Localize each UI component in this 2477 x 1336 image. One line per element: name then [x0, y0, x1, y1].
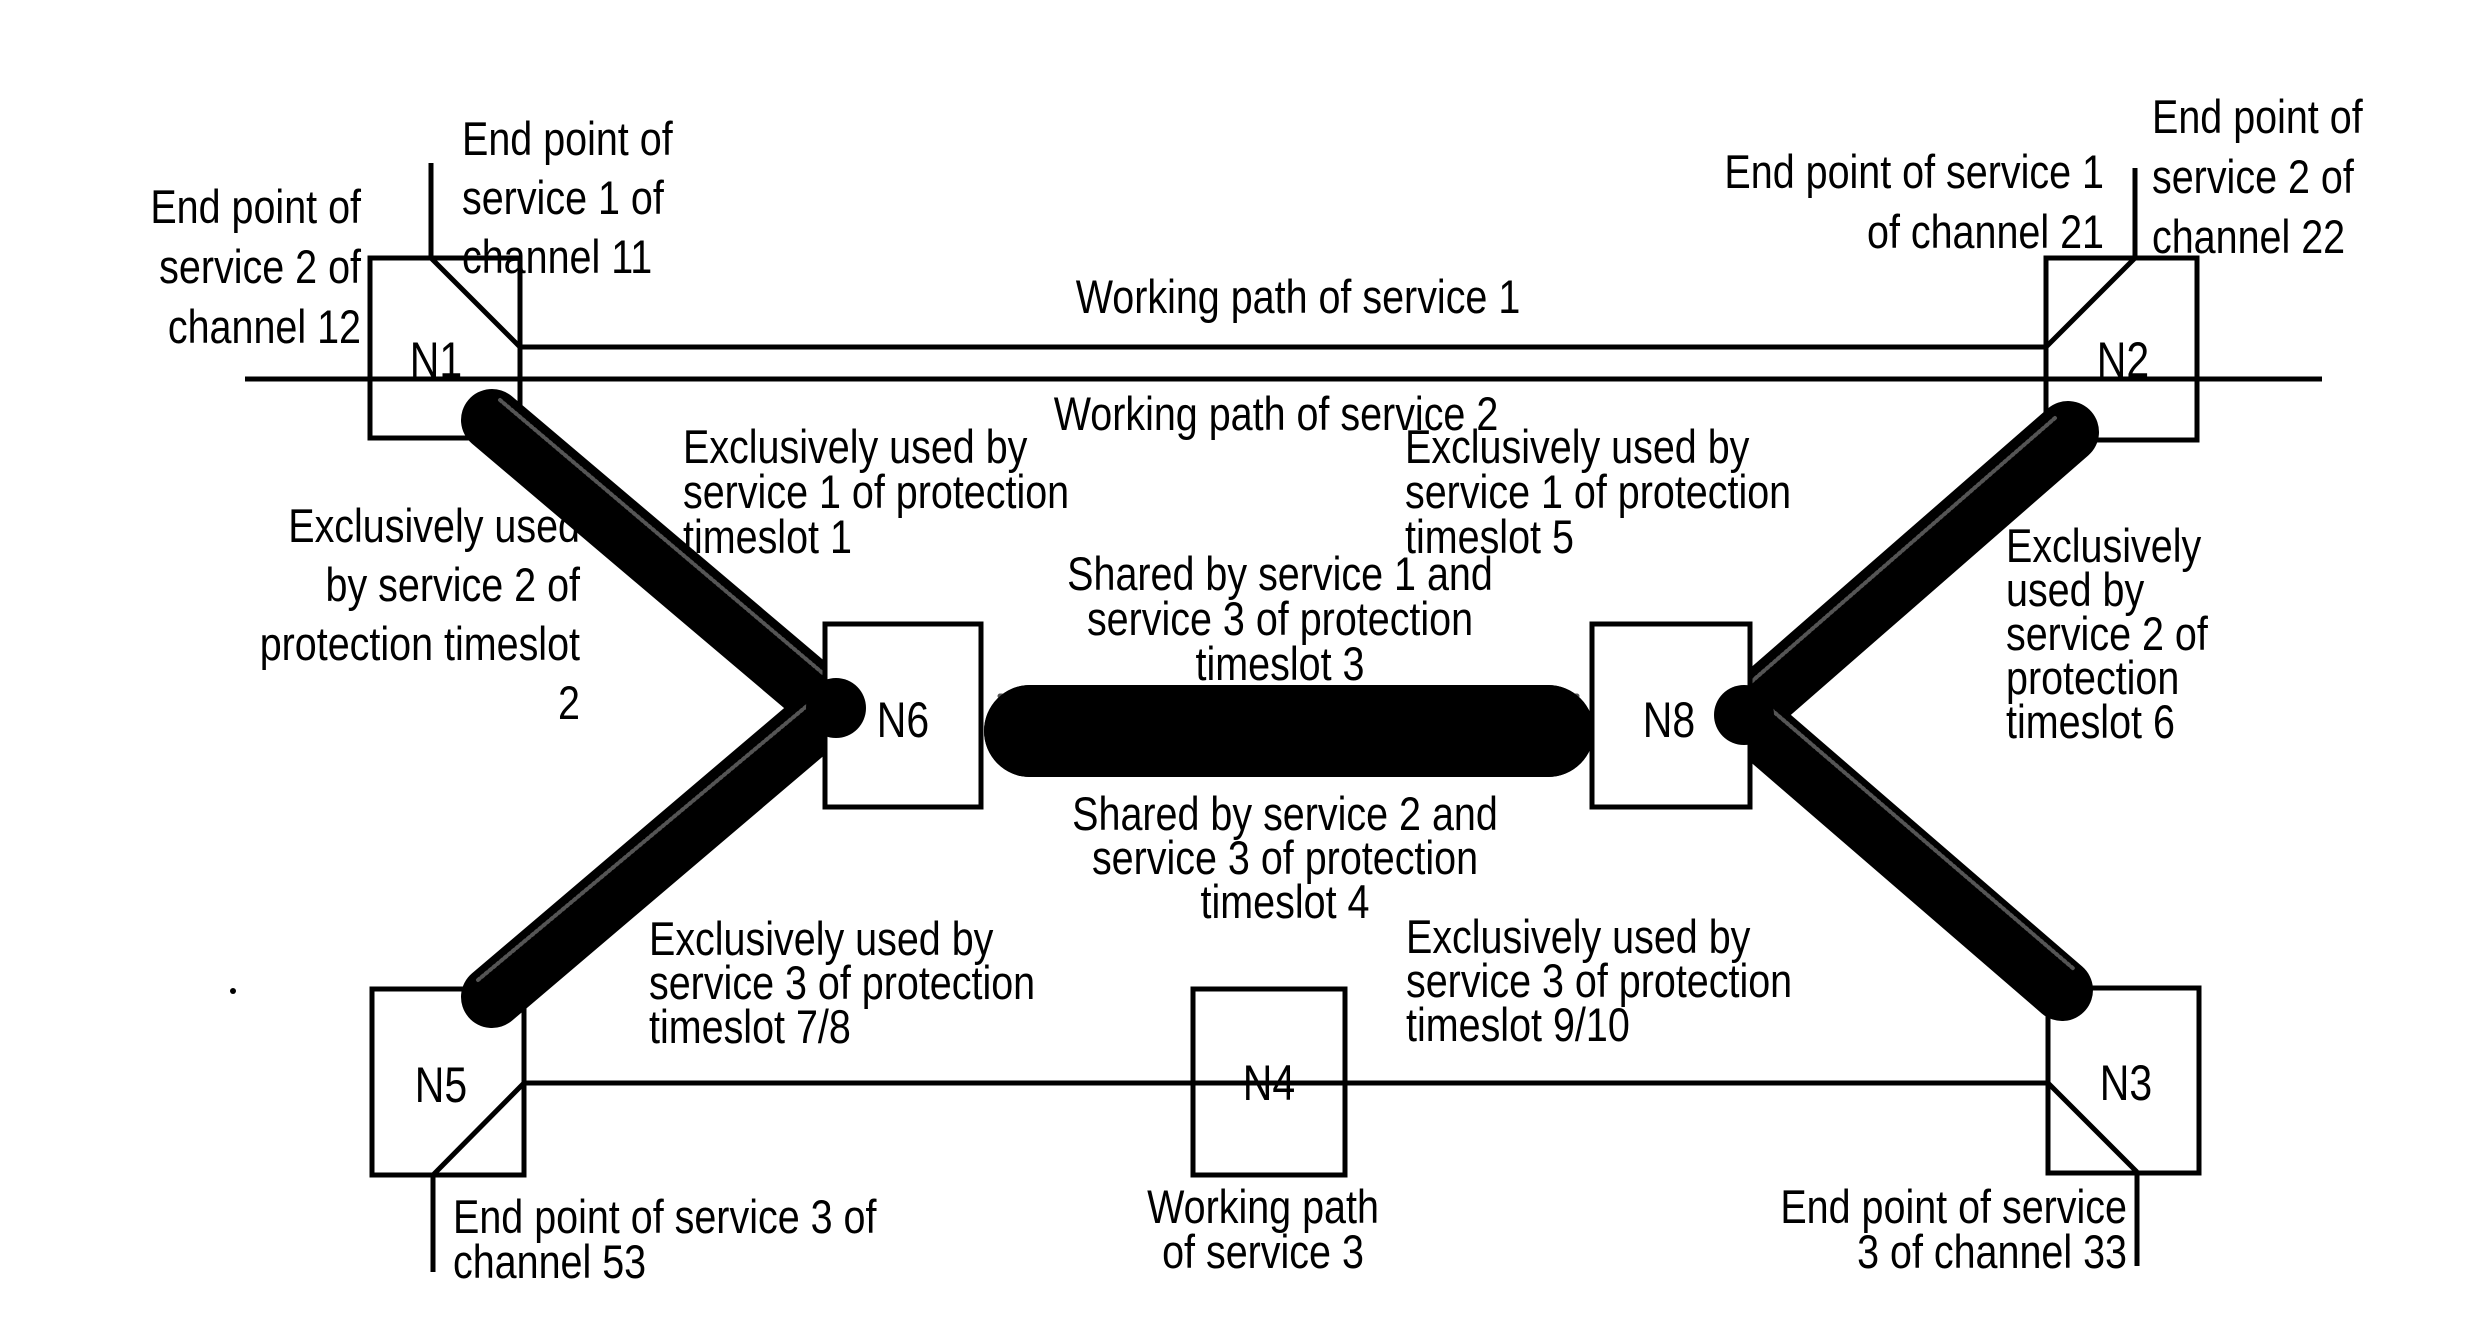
label-line: channel 11: [462, 232, 652, 284]
label-line: service 2 of: [2152, 152, 2355, 204]
node-n6-label: N6: [877, 692, 929, 748]
label-timeslot-9-10: Exclusively used by service 3 of protecti…: [1406, 912, 1792, 1052]
label-timeslot-7-8: Exclusively used by service 3 of protecti…: [649, 914, 1035, 1054]
label-line: End point of service 1: [1724, 147, 2104, 199]
label-working-path-service-3: Working path of service 3: [1147, 1182, 1379, 1279]
label-line: by service 2 of: [326, 560, 581, 612]
node-n5-label: N5: [415, 1057, 467, 1113]
tube-vertex-n6: [806, 678, 866, 738]
label-timeslot-2: Exclusively used by service 2 of protectio…: [260, 501, 581, 730]
label-endpoint-channel-53: End point of service 3 of channel 53: [453, 1192, 877, 1289]
label-line: service 2 of: [159, 242, 362, 294]
label-line: timeslot 7/8: [649, 1002, 851, 1054]
label-endpoint-channel-33: End point of service 3 of channel 33: [1780, 1182, 2127, 1279]
label-working-path-service-1: Working path of service 1: [1076, 272, 1521, 324]
node-n8-label: N8: [1643, 692, 1695, 748]
label-endpoint-channel-11: End point of service 1 of channel 11: [462, 114, 674, 284]
label-endpoint-channel-21: End point of service 1 of channel 21: [1724, 147, 2104, 259]
label-endpoint-channel-12: End point of service 2 of channel 12: [150, 182, 362, 354]
node-n3-label: N3: [2100, 1055, 2152, 1111]
label-line: End point of: [150, 182, 362, 234]
label-line: timeslot 3: [1196, 639, 1365, 691]
label-line: 3 of channel 33: [1857, 1227, 2127, 1279]
label-line: timeslot 9/10: [1406, 1000, 1630, 1052]
label-line: timeslot 4: [1201, 877, 1370, 929]
label-endpoint-channel-22: End point of service 2 of channel 22: [2152, 92, 2364, 264]
label-line: timeslot 6: [2006, 697, 2175, 749]
label-timeslot-3: Shared by service 1 and service 3 of prot…: [1067, 549, 1493, 691]
stray-dot: [230, 988, 236, 994]
tube-n3-n8: [1716, 687, 2093, 1021]
label-line: channel 12: [168, 302, 361, 354]
label-timeslot-5: Exclusively used by service 1 of protecti…: [1405, 422, 1791, 564]
label-line: channel 53: [453, 1237, 646, 1289]
label-timeslot-1: Exclusively used by service 1 of protecti…: [683, 422, 1069, 564]
label-line: Exclusively used: [288, 501, 580, 553]
label-timeslot-4: Shared by service 2 and service 3 of prot…: [1072, 789, 1498, 929]
label-line: of service 3: [1162, 1227, 1364, 1279]
label-line: protection timeslot: [260, 619, 580, 671]
node-n4-label: N4: [1243, 1055, 1295, 1111]
label-line: 2: [558, 678, 580, 730]
label-line: End point of: [2152, 92, 2364, 144]
label-line: End point of: [462, 114, 674, 166]
label-line: service 1 of: [462, 173, 665, 225]
label-line: of channel 21: [1867, 207, 2104, 259]
label-line: timeslot 1: [683, 512, 852, 564]
tube-vertex-n8: [1714, 685, 1774, 745]
network-diagram: N1 N2 N3 N4 N5 N6 N8 End point of service…: [150, 92, 2364, 1289]
node-n1-label: N1: [410, 332, 462, 388]
label-timeslot-6: Exclusively used by service 2 of protection…: [2006, 521, 2209, 749]
label-line: channel 22: [2152, 212, 2345, 264]
node-n2-label: N2: [2097, 332, 2149, 388]
